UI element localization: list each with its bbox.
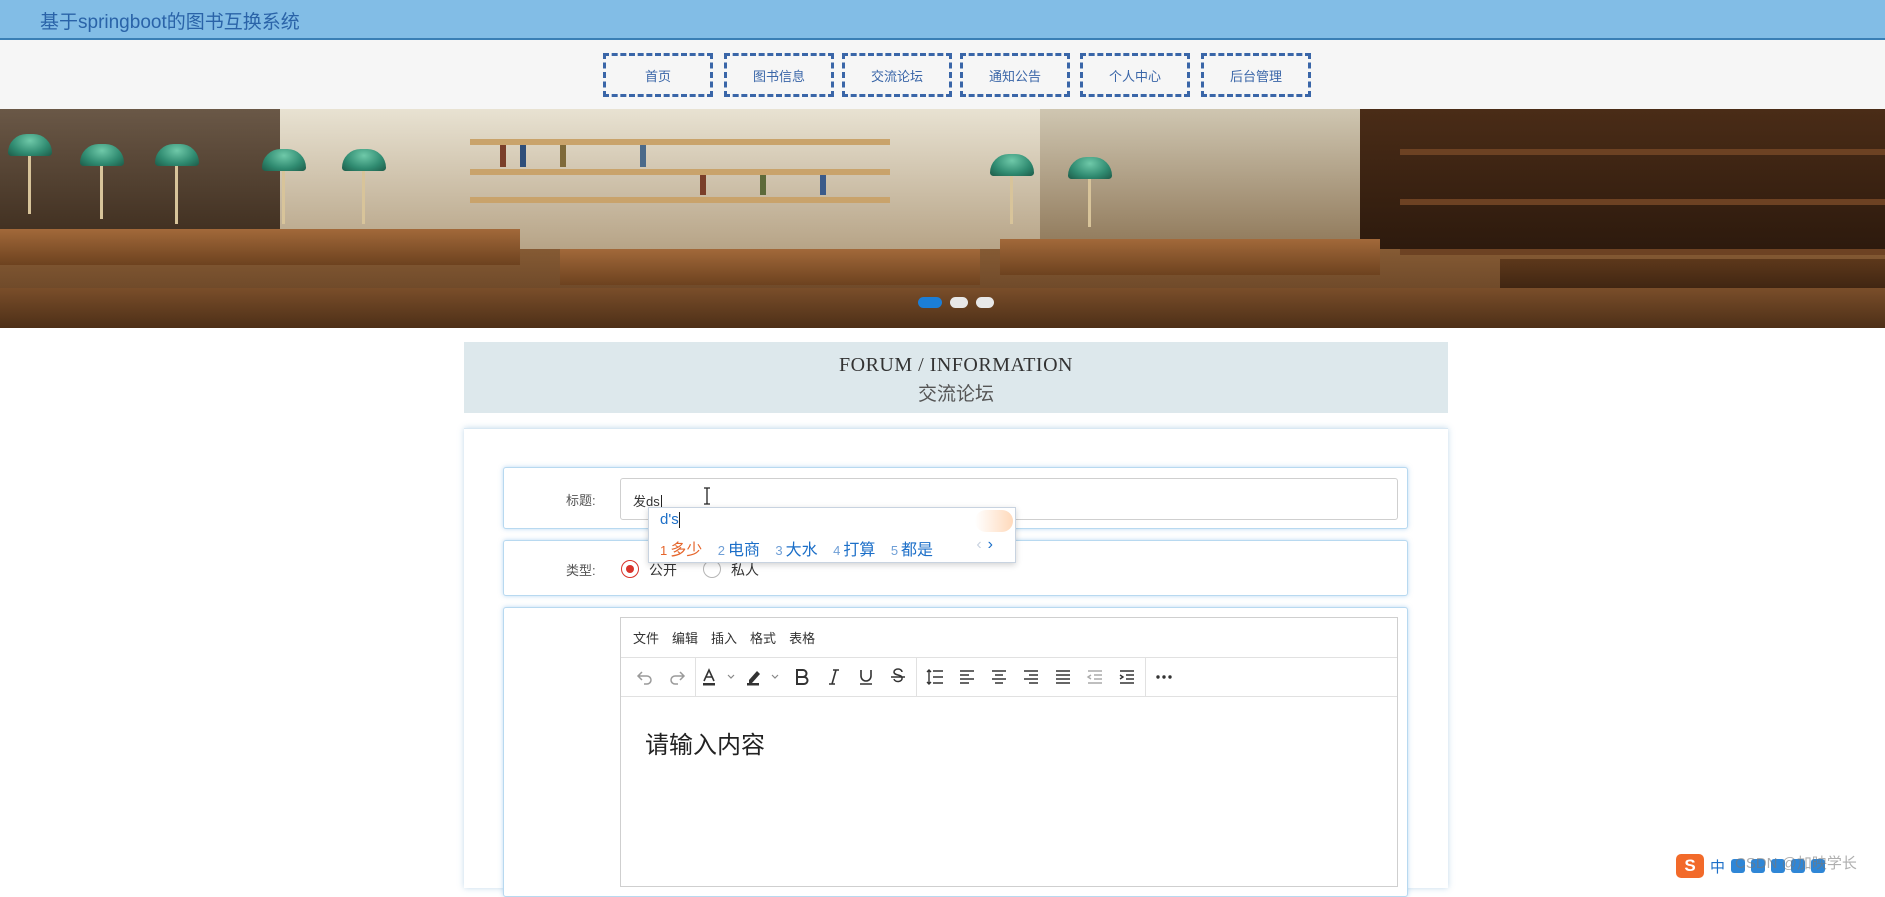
main-nav: 首页 图书信息 交流论坛 通知公告 个人中心 后台管理: [0, 40, 1885, 109]
undo-icon[interactable]: [629, 661, 661, 693]
app-title: 基于springboot的图书互换系统: [40, 12, 300, 33]
type-radio-public[interactable]: [621, 560, 639, 578]
ime-candidate-window: d's 1 多少 2 电商 3 大水 4 打算 5 都是 ‹ ›: [648, 507, 1016, 563]
ime-composition: d's: [660, 511, 680, 529]
redo-icon[interactable]: [661, 661, 693, 693]
align-right-icon[interactable]: [1015, 661, 1047, 693]
title-label: 标题:: [566, 493, 596, 508]
carousel-dot-2[interactable]: [950, 297, 968, 308]
line-height-icon[interactable]: [919, 661, 951, 693]
rich-text-editor: 文件 编辑 插入 格式 表格 请输入内容: [620, 617, 1398, 887]
nav-item-personal-center[interactable]: 个人中心: [1080, 53, 1190, 97]
text-cursor-icon: [704, 487, 710, 505]
ime-candidate-1[interactable]: 1 多少: [660, 542, 702, 559]
type-option-public: 公开: [649, 562, 677, 578]
editor-menubar: 文件 编辑 插入 格式 表格: [621, 618, 1397, 658]
indent-icon[interactable]: [1111, 661, 1143, 693]
font-color-icon[interactable]: [698, 661, 742, 693]
forum-header: FORUM / INFORMATION 交流论坛: [464, 342, 1448, 413]
csdn-watermark: CSDN @加映学长: [1735, 855, 1857, 872]
highlight-icon[interactable]: [742, 661, 786, 693]
underline-icon[interactable]: [850, 661, 882, 693]
carousel-indicators: [918, 297, 994, 308]
align-justify-icon[interactable]: [1047, 661, 1079, 693]
banner-carousel: [0, 109, 1885, 328]
nav-item-notices[interactable]: 通知公告: [960, 53, 1070, 97]
menu-edit[interactable]: 编辑: [672, 628, 698, 647]
editor-placeholder: 请输入内容: [645, 731, 765, 759]
nav-item-home[interactable]: 首页: [603, 53, 713, 97]
bold-icon[interactable]: [786, 661, 818, 693]
nav-item-forum[interactable]: 交流论坛: [842, 53, 952, 97]
ime-candidates: 1 多少 2 电商 3 大水 4 打算 5 都是: [660, 536, 944, 560]
editor-content[interactable]: 请输入内容: [621, 697, 1397, 788]
type-option-private: 私人: [731, 562, 759, 578]
menu-format[interactable]: 格式: [750, 628, 776, 647]
forum-title-zh: 交流论坛: [917, 383, 994, 405]
carousel-dot-3[interactable]: [976, 297, 994, 308]
carousel-dot-1[interactable]: [918, 297, 942, 308]
ime-candidate-3[interactable]: 3 大水: [775, 542, 817, 559]
ime-candidate-4[interactable]: 4 打算: [833, 542, 875, 559]
editor-toolbar: [621, 657, 1397, 697]
align-left-icon[interactable]: [951, 661, 983, 693]
ime-skin-decoration: [975, 510, 1013, 532]
menu-table[interactable]: 表格: [789, 628, 815, 647]
nav-item-books[interactable]: 图书信息: [724, 53, 834, 97]
sogou-logo-icon[interactable]: S: [1676, 854, 1704, 878]
ime-page-arrows: ‹ ›: [976, 536, 993, 554]
outdent-icon[interactable]: [1079, 661, 1111, 693]
menu-insert[interactable]: 插入: [711, 628, 737, 647]
align-center-icon[interactable]: [983, 661, 1015, 693]
ime-next-page-icon[interactable]: ›: [988, 536, 993, 553]
strikethrough-icon[interactable]: [882, 661, 914, 693]
top-bar: 基于springboot的图书互换系统: [0, 0, 1885, 40]
nav-item-admin[interactable]: 后台管理: [1201, 53, 1311, 97]
italic-icon[interactable]: [818, 661, 850, 693]
ime-mode-label[interactable]: 中: [1710, 856, 1725, 877]
menu-file[interactable]: 文件: [633, 628, 659, 647]
forum-title-en: FORUM / INFORMATION: [839, 354, 1073, 376]
more-icon[interactable]: [1148, 661, 1180, 693]
ime-candidate-5[interactable]: 5 都是: [891, 542, 933, 559]
ime-candidate-2[interactable]: 2 电商: [718, 542, 760, 559]
type-label: 类型:: [566, 563, 596, 578]
ime-prev-page-icon[interactable]: ‹: [976, 536, 981, 553]
